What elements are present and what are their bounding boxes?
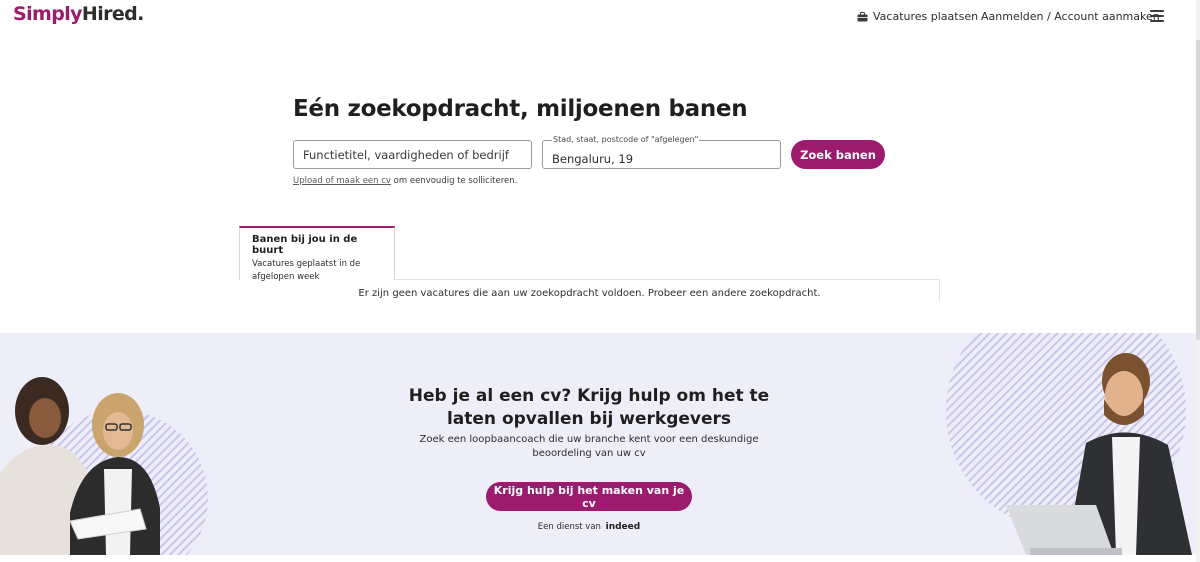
indeed-service-note: Een dienst van indeed [389, 522, 789, 532]
job-title-field[interactable] [293, 140, 532, 169]
service-prefix: Een dienst van [537, 522, 601, 532]
location-label: Stad, staat, postcode of "afgelegen" [552, 135, 700, 144]
post-jobs-link[interactable]: Vacatures plaatsen [857, 10, 978, 23]
post-jobs-label: Vacatures plaatsen [873, 10, 979, 23]
tab-title: Banen bij jou in de buurt [252, 234, 358, 256]
location-input[interactable] [543, 141, 780, 168]
tab-subtitle: Vacatures geplaatst in de afgelopen week [252, 259, 361, 282]
man-with-laptop-illustration [946, 333, 1192, 555]
scrollbar-track[interactable] [1196, 0, 1200, 562]
tab-divider [395, 279, 940, 280]
briefcase-icon [857, 11, 868, 22]
tab-jobs-near-you[interactable]: Banen bij jou in de buurt Vacatures gepl… [239, 226, 395, 282]
search-jobs-button[interactable]: Zoek banen [791, 140, 885, 169]
no-results-message: Er zijn geen vacatures die aan uw zoekop… [358, 288, 821, 299]
promo-title: Heb je al een cv? Krijg hulp om het te l… [408, 386, 770, 429]
upload-resume-link[interactable]: Upload of maak een cv [293, 176, 391, 186]
women-illustration [0, 377, 208, 555]
logo-hired: Hired. [81, 3, 144, 25]
logo-simply: Simply [13, 3, 83, 25]
login-link[interactable]: Aanmelden / Account aanmaken [981, 10, 1160, 23]
simplyhired-logo[interactable]: SimplyHired. [13, 3, 144, 25]
resume-promo-section: Heb je al een cv? Krijg hulp om het te l… [0, 333, 1196, 555]
get-resume-help-button[interactable]: Krijg hulp bij het maken van je cv [486, 482, 692, 511]
page-title: Eén zoekopdracht, miljoenen banen [293, 96, 748, 122]
hamburger-menu-icon[interactable] [1150, 10, 1164, 22]
job-title-input[interactable] [294, 141, 531, 168]
promo-subtitle: Zoek een loopbaancoach die uw branche ke… [419, 434, 759, 459]
upload-resume-line: Upload of maak een cv om eenvoudig te so… [293, 176, 517, 186]
upload-resume-text: om eenvoudig te solliciteren. [390, 176, 518, 186]
scrollbar-thumb[interactable] [1196, 40, 1200, 340]
site-header: SimplyHired. Vacatures plaatsen Aanmelde… [0, 0, 1200, 34]
indeed-logo: indeed [605, 522, 641, 532]
location-field[interactable]: Stad, staat, postcode of "afgelegen" [542, 135, 781, 169]
